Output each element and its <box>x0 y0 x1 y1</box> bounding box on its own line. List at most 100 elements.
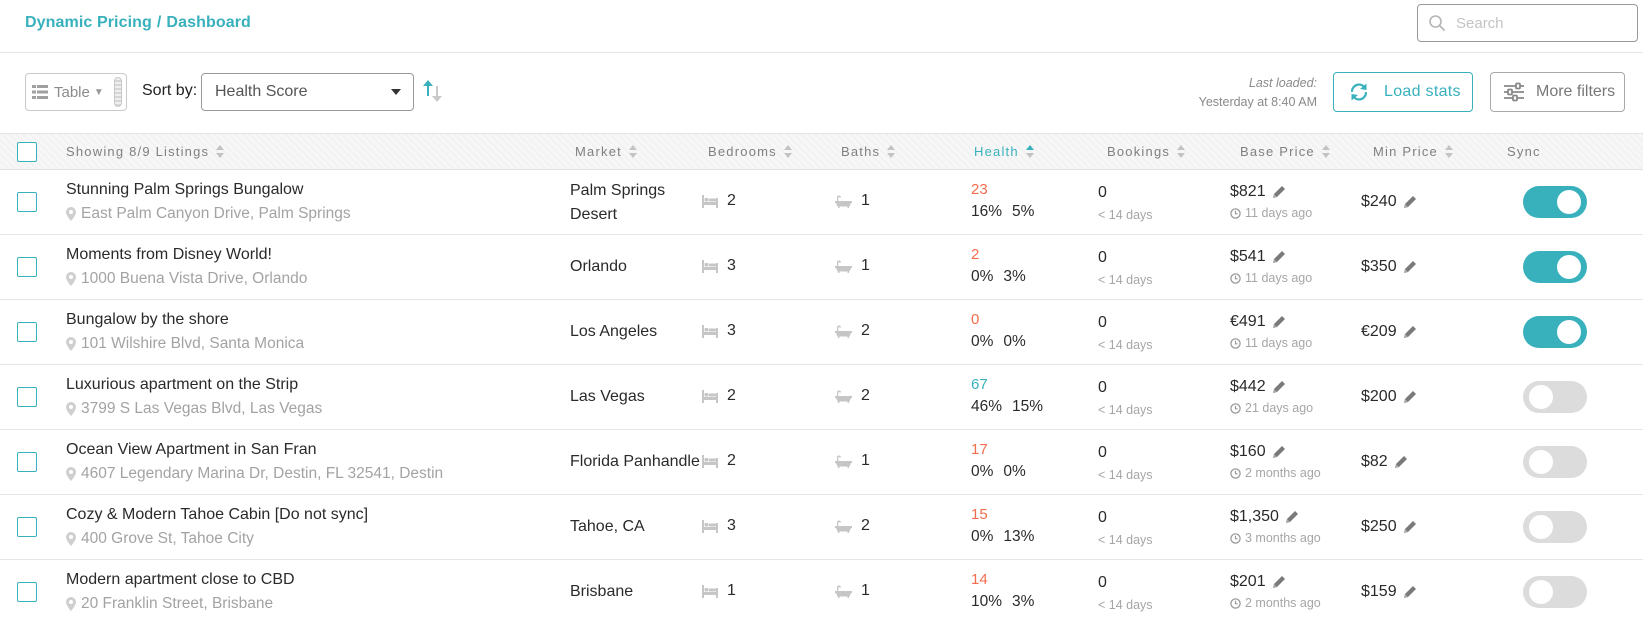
bookings-window: < 14 days <box>1098 273 1153 287</box>
load-stats-button[interactable]: Load stats <box>1333 72 1473 112</box>
breadcrumb-dynamic-pricing[interactable]: Dynamic Pricing <box>25 14 152 31</box>
sort-by-select[interactable]: Health Score <box>201 73 414 111</box>
column-bookings-label: Bookings <box>1107 144 1171 159</box>
edit-pencil-icon[interactable] <box>1271 314 1287 330</box>
table-row[interactable]: Modern apartment close to CBD 20 Franklin… <box>0 560 1643 623</box>
toggle-knob <box>1529 515 1553 539</box>
breadcrumb-separator: / <box>156 14 162 31</box>
column-header-health[interactable]: Health <box>974 144 1034 159</box>
min-price-value: $240 <box>1361 193 1397 210</box>
column-header-min-price[interactable]: Min Price <box>1373 144 1453 159</box>
edit-pencil-icon[interactable] <box>1284 509 1300 525</box>
listing-title[interactable]: Ocean View Apartment in San Fran <box>66 441 317 459</box>
column-header-market[interactable]: Market <box>575 144 637 159</box>
clock-icon <box>1230 337 1241 349</box>
search-box[interactable] <box>1417 4 1638 42</box>
column-market-label: Market <box>575 144 622 159</box>
listing-title[interactable]: Cozy & Modern Tahoe Cabin [Do not sync] <box>66 506 368 524</box>
sync-toggle[interactable] <box>1523 446 1587 478</box>
table-row[interactable]: Stunning Palm Springs Bungalow East Palm … <box>0 170 1643 235</box>
clock-icon <box>1230 272 1241 284</box>
table-row[interactable]: Bungalow by the shore 101 Wilshire Blvd, … <box>0 300 1643 365</box>
top-bar: Dynamic Pricing / Dashboard <box>0 0 1643 53</box>
edit-pencil-icon[interactable] <box>1402 259 1418 275</box>
bedrooms-cell: 3 <box>702 322 736 340</box>
listing-title[interactable]: Moments from Disney World! <box>66 246 272 264</box>
sort-icon <box>1444 144 1453 159</box>
bed-icon <box>702 584 718 598</box>
edit-pencil-icon[interactable] <box>1393 454 1409 470</box>
edit-pencil-icon[interactable] <box>1271 249 1287 265</box>
base-price-cell: $821 11 days ago <box>1230 183 1312 220</box>
listing-market: Florida Panhandle <box>570 453 700 470</box>
listing-title[interactable]: Stunning Palm Springs Bungalow <box>66 181 303 199</box>
row-checkbox[interactable] <box>17 257 37 277</box>
sort-icon <box>216 144 225 159</box>
bookings-count: 0 <box>1098 509 1107 526</box>
edit-pencil-icon[interactable] <box>1402 324 1418 340</box>
last-loaded-label: Last loaded: <box>1248 76 1317 90</box>
listing-market: Palm Springs Desert <box>570 182 666 223</box>
column-header-listings[interactable]: Showing 8/9 Listings <box>66 144 225 159</box>
breadcrumb: Dynamic Pricing / Dashboard <box>25 14 251 32</box>
search-input[interactable] <box>1456 14 1626 32</box>
column-header-baths[interactable]: Baths <box>841 144 896 159</box>
min-price-value: $200 <box>1361 388 1397 405</box>
edit-pencil-icon[interactable] <box>1402 389 1418 405</box>
min-price-value: $82 <box>1361 453 1388 470</box>
bedrooms-value: 1 <box>727 582 736 599</box>
bookings-window: < 14 days <box>1098 598 1153 612</box>
listing-address-text: 4607 Legendary Marina Dr, Destin, FL 325… <box>81 465 444 482</box>
row-checkbox[interactable] <box>17 322 37 342</box>
row-checkbox[interactable] <box>17 387 37 407</box>
listing-title[interactable]: Modern apartment close to CBD <box>66 571 295 589</box>
drag-handle[interactable] <box>114 77 122 107</box>
table-row[interactable]: Ocean View Apartment in San Fran 4607 Leg… <box>0 430 1643 495</box>
row-checkbox[interactable] <box>17 517 37 537</box>
column-header-base-price[interactable]: Base Price <box>1240 144 1330 159</box>
edit-pencil-icon[interactable] <box>1271 574 1287 590</box>
column-header-bookings[interactable]: Bookings <box>1107 144 1186 159</box>
select-arrow-icon <box>391 89 401 95</box>
select-all-checkbox[interactable] <box>17 142 37 162</box>
bookings-window: < 14 days <box>1098 403 1153 417</box>
column-min-price-label: Min Price <box>1373 144 1438 159</box>
bookings-cell: 0 < 14 days <box>1098 509 1153 547</box>
listing-market: Tahoe, CA <box>570 518 645 535</box>
table-row[interactable]: Moments from Disney World! 1000 Buena Vis… <box>0 235 1643 300</box>
edit-pencil-icon[interactable] <box>1402 584 1418 600</box>
row-checkbox[interactable] <box>17 452 37 472</box>
bookings-cell: 0 < 14 days <box>1098 249 1153 287</box>
row-checkbox[interactable] <box>17 582 37 602</box>
sort-direction-icon[interactable] <box>422 79 444 103</box>
bathtub-icon <box>835 520 852 533</box>
sync-toggle[interactable] <box>1523 316 1587 348</box>
edit-pencil-icon[interactable] <box>1271 379 1287 395</box>
min-price-cell: $82 <box>1361 453 1409 471</box>
sync-toggle[interactable] <box>1523 511 1587 543</box>
base-price-value: $541 <box>1230 248 1266 265</box>
base-price-cell: $541 11 days ago <box>1230 248 1312 285</box>
listing-title[interactable]: Luxurious apartment on the Strip <box>66 376 298 394</box>
edit-pencil-icon[interactable] <box>1402 194 1418 210</box>
bedrooms-value: 2 <box>727 387 736 404</box>
breadcrumb-dashboard[interactable]: Dashboard <box>166 14 250 31</box>
sync-toggle[interactable] <box>1523 186 1587 218</box>
view-mode-dropdown[interactable]: Table ▼ <box>25 73 127 111</box>
location-pin-icon <box>66 597 76 611</box>
sync-toggle[interactable] <box>1523 381 1587 413</box>
row-checkbox[interactable] <box>17 192 37 212</box>
edit-pencil-icon[interactable] <box>1271 184 1287 200</box>
more-filters-button[interactable]: More filters <box>1490 72 1625 112</box>
column-listings-label: Showing 8/9 Listings <box>66 144 210 159</box>
health-percentages: 0% 0% <box>971 463 1026 481</box>
sync-toggle[interactable] <box>1523 576 1587 608</box>
listing-title[interactable]: Bungalow by the shore <box>66 311 229 329</box>
min-price-cell: $200 <box>1361 388 1418 406</box>
edit-pencil-icon[interactable] <box>1271 444 1287 460</box>
column-header-bedrooms[interactable]: Bedrooms <box>708 144 792 159</box>
table-row[interactable]: Cozy & Modern Tahoe Cabin [Do not sync] 4… <box>0 495 1643 560</box>
edit-pencil-icon[interactable] <box>1402 519 1418 535</box>
sync-toggle[interactable] <box>1523 251 1587 283</box>
table-row[interactable]: Luxurious apartment on the Strip 3799 S L… <box>0 365 1643 430</box>
